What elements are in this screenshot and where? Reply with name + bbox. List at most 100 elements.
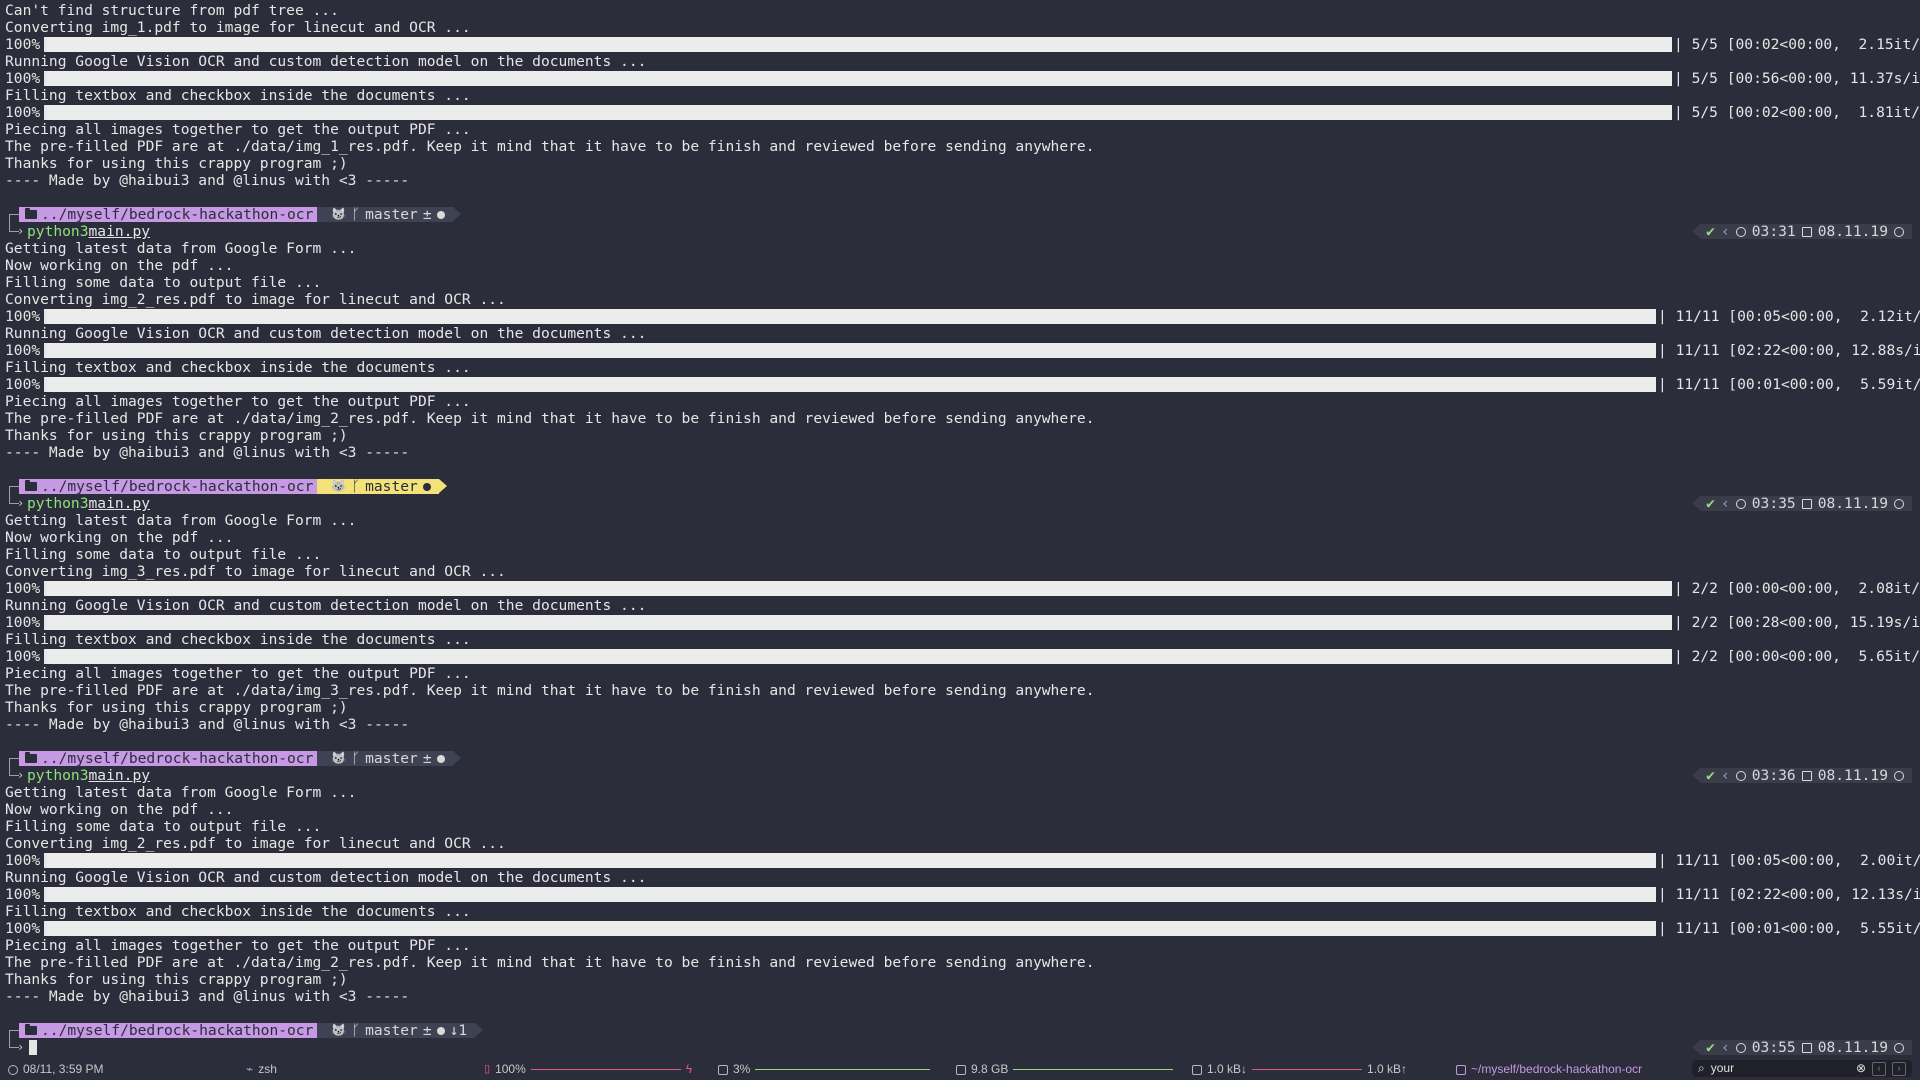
output-line: Piecing all images together to get the o…: [5, 665, 471, 682]
output-line: Piecing all images together to get the o…: [5, 937, 471, 954]
branch-icon: ᚴ: [351, 478, 361, 495]
terminal-output[interactable]: Can't find structure from pdf tree ... Co…: [5, 2, 1920, 1056]
output-line: Running Google Vision OCR and custom det…: [5, 869, 647, 886]
prompt-command-line[interactable]: › ✔ ‹ 03:55 08.11.19: [5, 1039, 1912, 1056]
progress-percent: 100%: [5, 36, 41, 53]
prompt-dir[interactable]: ../myself/bedrock-hackathon-ocr: [19, 751, 326, 766]
output-line: The pre-filled PDF are at ./data/img_1_r…: [5, 138, 1095, 155]
prompt-dir[interactable]: ../myself/bedrock-hackathon-ocr: [19, 1023, 326, 1038]
text-cursor[interactable]: [29, 1040, 37, 1055]
progress-row: 100% | 11/11 [00:01<00:00, 5.55it/s]: [5, 920, 1920, 937]
branch-icon: ᚴ: [351, 1022, 361, 1039]
prompt-command-line[interactable]: › python3 main.py ✔ ‹ 03:35 08.11.19: [5, 495, 1912, 512]
progress-row: 100% | 2/2 [00:00<00:00, 5.65it/s]: [5, 648, 1920, 665]
branch-icon: ᚴ: [351, 750, 361, 767]
progress-stats: | 11/11 [00:05<00:00, 2.00it/s]: [1658, 852, 1920, 869]
prompt-date: 08.11.19: [1817, 223, 1888, 240]
prompt-command-line[interactable]: › python3 main.py ✔ ‹ 03:31 08.11.19: [5, 223, 1912, 240]
status-memory: 9.8 GB: [956, 1061, 1174, 1078]
output-line: ---- Made by @haibui3 and @linus with <3…: [5, 988, 410, 1005]
status-path[interactable]: ~/myself/bedrock-hackathon-ocr: [1456, 1061, 1642, 1078]
progress-row: 100% | 2/2 [00:00<00:00, 2.08it/s]: [5, 580, 1920, 597]
prompt-time: 03:35: [1751, 495, 1796, 512]
search-icon: ⌕: [1698, 1061, 1705, 1075]
search-prev-button[interactable]: ‹: [1872, 1061, 1886, 1076]
progress-percent: 100%: [5, 648, 41, 665]
prompt-date: 08.11.19: [1817, 1039, 1888, 1056]
prompt-git: 😼 ᚴ master ±: [317, 750, 461, 767]
output-line: Piecing all images together to get the o…: [5, 121, 471, 138]
clock-icon: [1735, 498, 1746, 509]
clear-icon[interactable]: ⊗: [1856, 1060, 1866, 1077]
output-line: Filling textbox and checkbox inside the …: [5, 631, 471, 648]
search-field[interactable]: ⌕ your ⊗ ‹ ›: [1692, 1060, 1912, 1077]
output-line: The pre-filled PDF are at ./data/img_2_r…: [5, 410, 1095, 427]
output-line: Now working on the pdf ...: [5, 801, 234, 818]
prompt-dir[interactable]: ../myself/bedrock-hackathon-ocr: [19, 207, 326, 222]
status-battery: ▯ 100% ϟ: [484, 1062, 693, 1076]
prompt-segments: ../myself/bedrock-hackathon-ocr 😼 ᚴ master ±: [5, 750, 1912, 767]
folder-icon: [25, 752, 37, 763]
git-dot-icon: [436, 1026, 445, 1035]
progress-stats: | 11/11 [00:01<00:00, 5.55it/s]: [1658, 920, 1920, 937]
search-input[interactable]: your: [1711, 1060, 1850, 1077]
prompt-git: 😼 ᚴ master: [317, 478, 448, 495]
progress-percent: 100%: [5, 886, 41, 903]
folder-icon: [1456, 1064, 1466, 1075]
output-line: Thanks for using this crappy program ;): [5, 155, 348, 172]
progress-percent: 100%: [5, 70, 41, 87]
calendar-icon: [1801, 498, 1812, 509]
output-line: Thanks for using this crappy program ;): [5, 971, 348, 988]
folder-icon: [25, 480, 37, 491]
command-argument: main.py: [88, 223, 151, 240]
prompt-date: 08.11.19: [1817, 495, 1888, 512]
progress-percent: 100%: [5, 580, 41, 597]
progress-row: 100% | 2/2 [00:28<00:00, 15.19s/it]: [5, 614, 1920, 631]
output-line: Converting img_2_res.pdf to image for li…: [5, 835, 506, 852]
clock-icon: [1735, 770, 1746, 781]
progress-stats: | 11/11 [02:22<00:00, 12.88s/it]: [1658, 342, 1920, 359]
check-icon: ✔: [1706, 1039, 1715, 1056]
output-line: The pre-filled PDF are at ./data/img_3_r…: [5, 682, 1095, 699]
output-line: Thanks for using this crappy program ;): [5, 699, 348, 716]
github-icon: 😼: [331, 751, 347, 765]
search-next-button[interactable]: ›: [1892, 1061, 1906, 1076]
prompt-dir[interactable]: ../myself/bedrock-hackathon-ocr: [19, 479, 326, 494]
output-line: ---- Made by @haibui3 and @linus with <3…: [5, 716, 410, 733]
output-line: Converting img_3_res.pdf to image for li…: [5, 563, 506, 580]
status-cpu: 3%: [718, 1061, 931, 1078]
history-icon: [1894, 498, 1904, 509]
progress-stats: | 11/11 [00:01<00:00, 5.59it/s]: [1658, 376, 1920, 393]
progress-percent: 100%: [5, 852, 41, 869]
progress-bar: [47, 37, 1672, 52]
status-shell: ⌁ zsh: [246, 1062, 277, 1076]
output-line: Running Google Vision OCR and custom det…: [5, 597, 647, 614]
progress-stats: | 5/5 [00:02<00:00, 1.81it/s]: [1674, 104, 1920, 121]
prompt-arrow-icon: ›: [17, 1040, 25, 1054]
prompt-command-line[interactable]: › python3 main.py ✔ ‹ 03:36 08.11.19: [5, 767, 1912, 784]
git-status: ±: [422, 1022, 432, 1039]
progress-row: 100% | 11/11 [00:05<00:00, 2.12it/s]: [5, 308, 1920, 325]
output-line: ---- Made by @haibui3 and @linus with <3…: [5, 172, 410, 189]
output-line: Filling textbox and checkbox inside the …: [5, 87, 471, 104]
prompt-segments: ../myself/bedrock-hackathon-ocr 😼 ᚴ master ±: [5, 206, 1912, 223]
github-icon: 😼: [331, 207, 347, 221]
check-icon: ✔: [1706, 223, 1715, 240]
prompt-segments: ../myself/bedrock-hackathon-ocr 😼 ᚴ master: [5, 478, 1912, 495]
progress-row: 100% | 11/11 [02:22<00:00, 12.13s/it]: [5, 886, 1920, 903]
battery-graph: [530, 1068, 681, 1071]
right-prompt: ✔ ‹ 03:35 08.11.19: [1692, 495, 1912, 512]
output-line: Filling textbox and checkbox inside the …: [5, 359, 471, 376]
prompt-corner: [9, 214, 19, 223]
right-prompt: ✔ ‹ 03:55 08.11.19: [1692, 1039, 1912, 1056]
calendar-icon: [1801, 1042, 1812, 1053]
output-line: Now working on the pdf ...: [5, 257, 234, 274]
network-graph: [1252, 1068, 1363, 1071]
progress-row: 100% | 11/11 [00:01<00:00, 5.59it/s]: [5, 376, 1920, 393]
output-line: Filling some data to output file ...: [5, 546, 322, 563]
history-icon: [1894, 1042, 1904, 1053]
progress-percent: 100%: [5, 920, 41, 937]
separator-icon: ‹: [1720, 1039, 1730, 1056]
right-prompt: ✔ ‹ 03:31 08.11.19: [1692, 223, 1912, 240]
